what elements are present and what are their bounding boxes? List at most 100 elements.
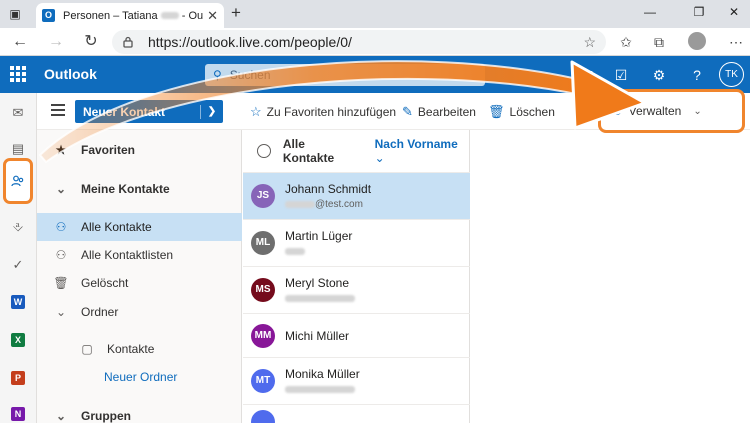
help-icon[interactable]: ? (688, 67, 706, 83)
reload-icon[interactable]: ↻ (81, 32, 101, 52)
back-icon[interactable]: ← (10, 32, 30, 52)
forward-icon[interactable]: → (46, 32, 66, 52)
contact-name: Meryl Stone (285, 276, 350, 290)
people-glyph (11, 175, 24, 187)
reading-pane (470, 130, 750, 423)
new-contact-label: Neuer Kontakt (75, 104, 201, 119)
trash-icon: 🗑 (53, 276, 69, 290)
chevron-down-icon: ⌄ (55, 182, 67, 196)
user-avatar[interactable]: TK (719, 62, 744, 87)
folder-all-contact-lists[interactable]: ⚇ Alle Kontaktlisten (37, 241, 242, 269)
mail-icon[interactable]: ✉ (8, 103, 28, 123)
onenote-icon[interactable]: N (8, 403, 28, 423)
contact-row[interactable]: MS Meryl Stone (243, 267, 470, 314)
tasks-check-icon[interactable]: ✓ (8, 255, 28, 275)
contact-email (285, 246, 352, 257)
new-contact-button[interactable]: Neuer Kontakt ❯ (75, 100, 223, 123)
person-icon: ⚇ (55, 220, 67, 234)
search-input[interactable]: ⚲ Suchen (205, 64, 485, 86)
contact-email: @test.com (285, 199, 371, 210)
star-icon: ☆ (250, 104, 262, 119)
close-tab-icon[interactable]: ✕ (207, 8, 218, 24)
url-field[interactable]: https://outlook.live.com/people/0/ ☆ (112, 30, 606, 54)
settings-gear-icon[interactable]: ⚙ (650, 67, 668, 84)
contact-avatar: MM (251, 323, 275, 348)
select-all-radio[interactable] (257, 144, 271, 158)
attachment-icon[interactable]: ⎀ (8, 217, 28, 237)
contact-folder-icon: ▢ (81, 342, 93, 356)
chevron-down-icon: ⌄ (55, 409, 67, 423)
address-bar: ← → ↻ https://outlook.live.com/people/0/… (0, 28, 750, 56)
contact-row[interactable]: JS Johann Schmidt @test.com (243, 173, 470, 220)
contact-name: Michi Müller (285, 328, 350, 343)
contact-avatar: ML (251, 231, 275, 255)
add-favorite-icon[interactable]: ☆ (583, 34, 596, 51)
chevron-down-icon[interactable]: ❯ (201, 106, 223, 117)
lock-icon (123, 36, 133, 48)
folder-kontakte[interactable]: ▢ Kontakte (37, 335, 242, 363)
contact-list-title: Alle Kontakte (282, 137, 335, 165)
folder-all-contacts[interactable]: ⚇ Alle Kontakte (37, 213, 242, 241)
contact-avatar: MT (251, 369, 275, 393)
favorites-icon[interactable]: ✩ (617, 34, 635, 51)
add-to-favorites-button[interactable]: ☆ Zu Favoriten hinzufügen (250, 104, 396, 120)
restore-icon[interactable]: ❐ (689, 5, 709, 19)
browser-tab-strip: ▣ O Personen – Tatiana - Outlook ✕ + — ❐… (0, 0, 750, 28)
app-name: Outlook (44, 66, 97, 82)
app-rail: ✉ ▤ ⎀ ✓ W X P N (0, 93, 37, 423)
groups-section[interactable]: ⌄ Gruppen (37, 402, 242, 423)
trash-icon: 🗑 (488, 104, 505, 119)
contact-name: Johann Schmidt (285, 182, 372, 196)
close-window-icon[interactable]: ✕ (724, 5, 744, 19)
outlook-favicon-icon: O (42, 9, 55, 22)
chevron-down-icon: ⌄ (693, 105, 702, 117)
more-icon[interactable]: ⋯ (727, 34, 745, 51)
chevron-down-icon: ⌄ (55, 305, 67, 319)
star-filled-icon: ★ (55, 143, 67, 157)
contact-row[interactable]: MM Michi Müller (243, 314, 470, 358)
tab-title: Personen – Tatiana - Outlook (63, 9, 204, 22)
todo-icon[interactable]: ☑ (612, 67, 630, 84)
contact-list-icon: ⚇ (55, 248, 67, 262)
contact-row[interactable]: MT Monika Müller (243, 358, 470, 405)
folder-deleted[interactable]: 🗑 Gelöscht (37, 269, 242, 297)
tab-actions-icon[interactable]: ▣ (6, 5, 24, 23)
manage-label: Verwalten (628, 104, 682, 118)
search-placeholder: Suchen (229, 68, 271, 82)
contact-row[interactable]: ML Martin Lüger (243, 220, 470, 267)
search-icon: ⚲ (213, 68, 222, 82)
edit-button[interactable]: ✎ Bearbeiten (402, 104, 476, 120)
excel-icon[interactable]: X (8, 329, 28, 349)
new-tab-icon[interactable]: + (231, 3, 241, 23)
folder-group-ordner[interactable]: ⌄ Ordner (37, 298, 242, 326)
people-icon[interactable] (3, 158, 33, 204)
sort-dropdown[interactable]: Nach Vorname ⌄ (375, 137, 470, 165)
manage-button[interactable]: ⚇ Verwalten ⌄ (598, 89, 745, 133)
contact-row[interactable] (243, 405, 470, 423)
browser-tab[interactable]: O Personen – Tatiana - Outlook ✕ (36, 3, 224, 28)
calendar-icon[interactable]: ▤ (8, 139, 28, 159)
pencil-icon: ✎ (402, 104, 413, 119)
navigation-toggle-icon[interactable] (51, 104, 65, 116)
contact-name: Monika Müller (285, 367, 360, 381)
word-icon[interactable]: W (8, 291, 28, 311)
collections-icon[interactable]: ⧉ (650, 34, 668, 51)
minimize-icon[interactable]: — (640, 5, 660, 19)
browser-profile-avatar[interactable] (688, 32, 706, 50)
manage-contacts-icon: ⚇ (611, 103, 623, 118)
delete-button[interactable]: 🗑 Löschen (488, 104, 555, 120)
app-launcher-icon[interactable] (10, 66, 26, 82)
new-folder-link[interactable]: Neuer Ordner (37, 363, 242, 391)
contact-avatar: JS (251, 184, 275, 208)
contact-list-header: Alle Kontakte Nach Vorname ⌄ (243, 130, 470, 173)
folder-pane: ★ Favoriten ⌄ Meine Kontakte ⚇ Alle Kont… (37, 130, 242, 423)
outlook-header: Outlook ⚲ Suchen ▦ ☑ ⚙ ? TK (0, 56, 750, 93)
powerpoint-icon[interactable]: P (8, 367, 28, 387)
contact-avatar (251, 410, 275, 423)
contact-email (285, 384, 360, 395)
teams-icon[interactable]: ▦ (578, 67, 596, 84)
contact-list: Alle Kontakte Nach Vorname ⌄ JS Johann S… (243, 130, 470, 423)
contact-name: Martin Lüger (285, 229, 353, 243)
favorites-section[interactable]: ★ Favoriten (37, 136, 242, 164)
my-contacts-section[interactable]: ⌄ Meine Kontakte (37, 175, 242, 203)
